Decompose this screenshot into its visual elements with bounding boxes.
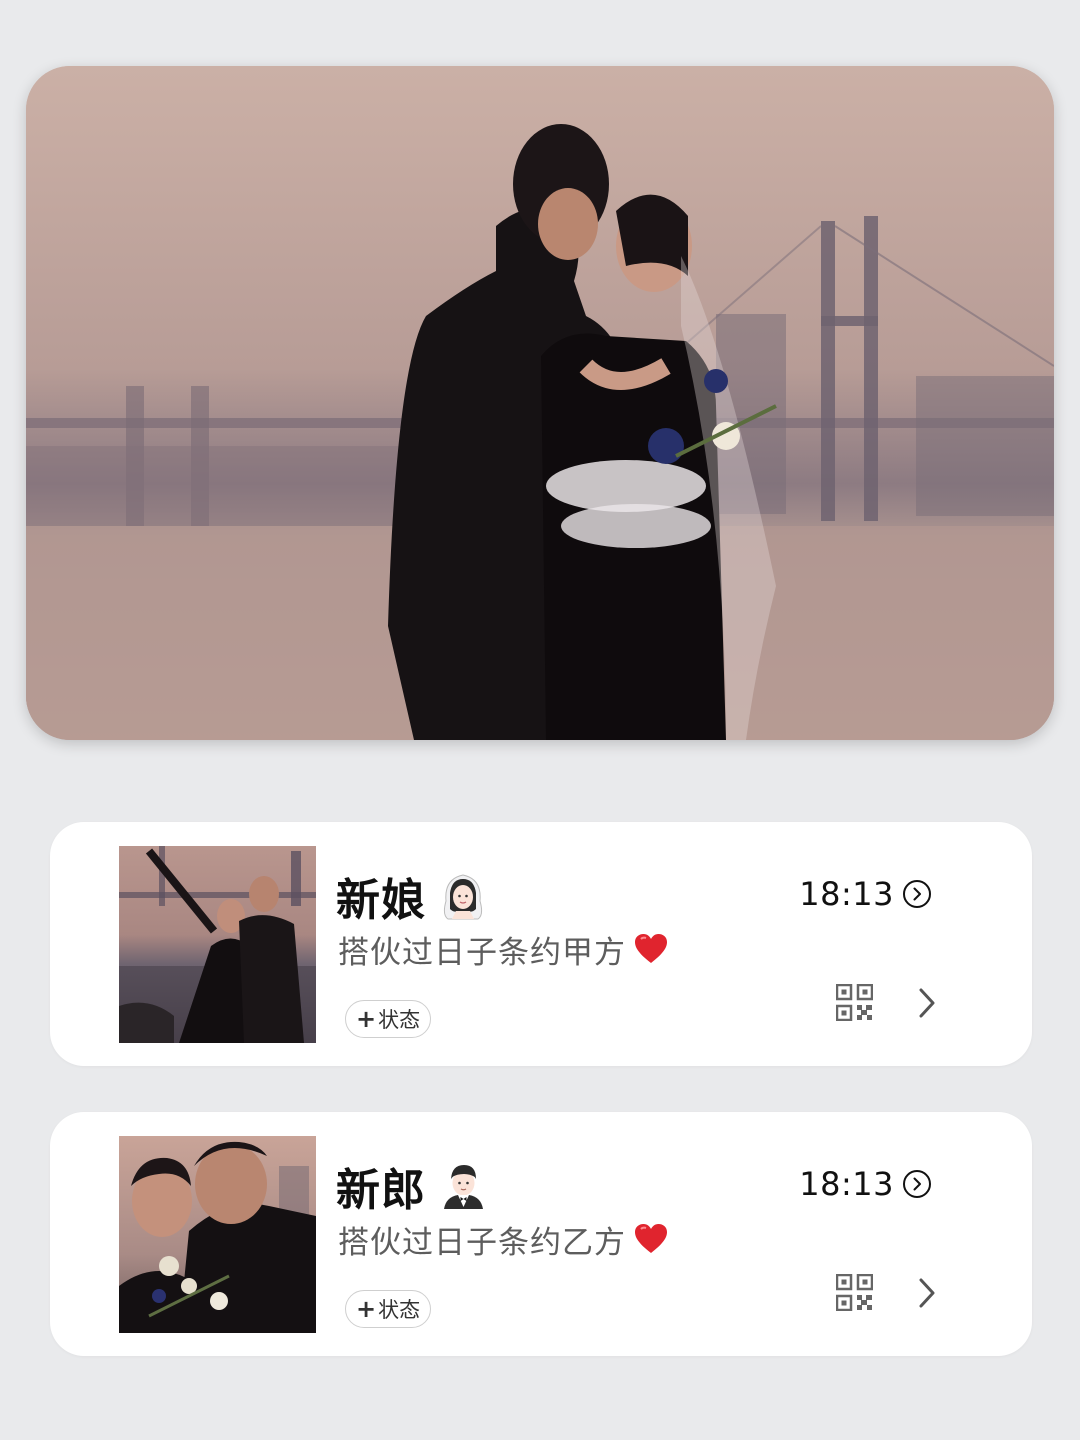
groom-in-tuxedo-emoji — [440, 1161, 486, 1211]
chevron-right-icon[interactable] — [916, 1276, 938, 1310]
time-link[interactable]: 18:13 — [799, 872, 932, 916]
status-label: 状态 — [378, 1298, 421, 1322]
qr-code-icon[interactable] — [835, 983, 874, 1022]
avatar-photo-groom — [119, 1136, 316, 1333]
contact-signature: 搭伙过日子条约甲方 — [338, 934, 626, 971]
avatar[interactable] — [119, 1136, 316, 1333]
bride-with-veil-emoji — [440, 871, 486, 921]
couple-photo-illustration — [26, 66, 1054, 740]
avatar-photo-bride — [119, 846, 316, 1043]
red-heart-icon — [634, 1223, 668, 1255]
plus-label: + — [356, 1005, 377, 1033]
avatar[interactable] — [119, 846, 316, 1043]
contact-signature: 搭伙过日子条约乙方 — [338, 1224, 626, 1261]
qr-code-icon[interactable] — [835, 1273, 874, 1312]
hero-photo — [26, 66, 1054, 740]
timestamp: 18:13 — [799, 875, 894, 913]
contact-card-bride[interactable]: 新娘 搭伙过日子条约甲方 + 状态 18:13 — [50, 822, 1032, 1066]
plus-label: + — [356, 1295, 377, 1323]
timestamp: 18:13 — [799, 1165, 894, 1203]
contact-name: 新郎 — [336, 1165, 426, 1216]
chevron-right-icon[interactable] — [916, 986, 938, 1020]
status-label: 状态 — [378, 1008, 421, 1032]
contact-card-groom[interactable]: 新郎 搭伙过日子条约乙方 + 状态 18:13 — [50, 1112, 1032, 1356]
contact-name: 新娘 — [336, 875, 426, 926]
time-link[interactable]: 18:13 — [799, 1162, 932, 1206]
circle-chevron-right-icon — [902, 1169, 932, 1199]
red-heart-icon — [634, 933, 668, 965]
circle-chevron-right-icon — [902, 879, 932, 909]
add-status-button[interactable]: + 状态 — [345, 1000, 432, 1038]
add-status-button[interactable]: + 状态 — [345, 1290, 432, 1328]
